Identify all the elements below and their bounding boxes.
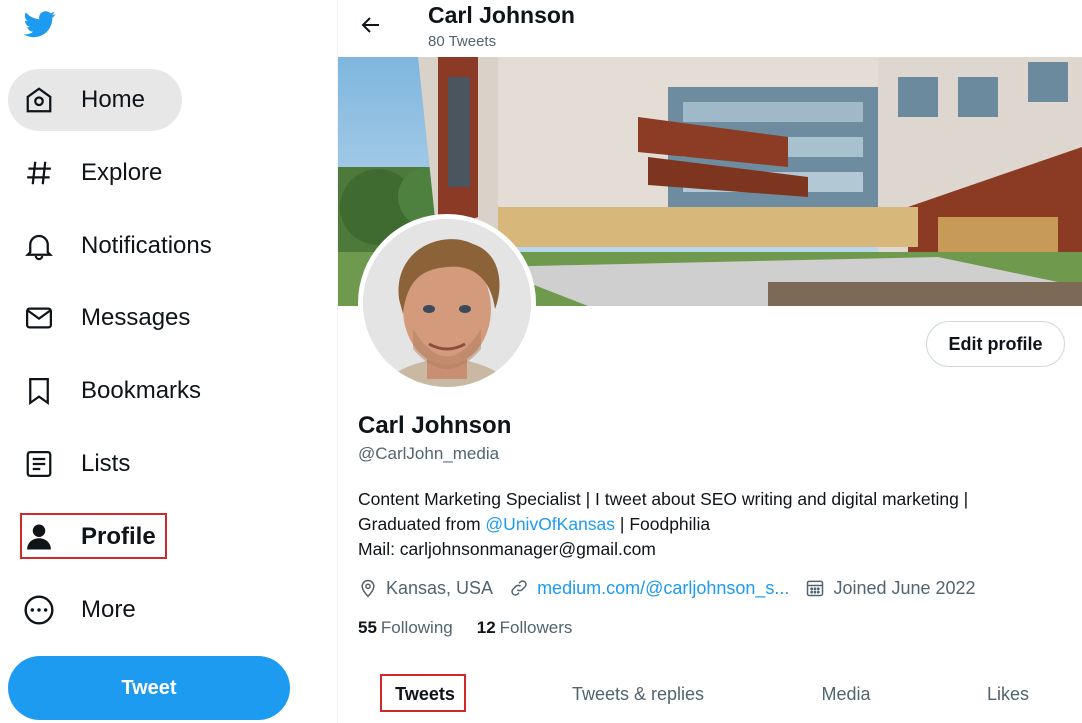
hashtag-icon	[22, 156, 56, 190]
profile-meta: Kansas, USA medium.com/@carljohnson_s...…	[358, 575, 992, 601]
link-icon	[511, 580, 527, 596]
profile-name: Carl Johnson	[358, 412, 512, 439]
sidebar-item-home[interactable]: Home	[8, 69, 182, 131]
sidebar-item-bookmarks[interactable]: Bookmarks	[8, 360, 219, 422]
profile-bio: Content Marketing Specialist | I tweet a…	[358, 487, 1058, 562]
edit-profile-button[interactable]: Edit profile	[926, 321, 1065, 367]
website-item: medium.com/@carljohnson_s...	[509, 578, 789, 599]
followers-count: 12	[476, 618, 496, 637]
list-icon	[22, 447, 56, 481]
followers-label: Followers	[499, 618, 573, 637]
follow-stats: 55 Following 12 Followers	[358, 618, 596, 638]
home-icon	[22, 83, 56, 117]
more-circle-icon	[22, 593, 56, 627]
location-text: Kansas, USA	[386, 577, 494, 598]
avatar[interactable]	[358, 214, 536, 392]
sidebar-item-more[interactable]: More	[8, 579, 154, 641]
bio-text: | Foodphilia	[615, 514, 711, 534]
bio-line: Graduated from @UnivOfKansas | Foodphili…	[358, 512, 1058, 537]
sidebar-item-label: Explore	[81, 159, 163, 186]
location-pin-icon	[361, 579, 375, 598]
followers-link[interactable]: 12 Followers	[477, 618, 573, 638]
tab-tweets-replies[interactable]: Tweets & replies	[548, 665, 728, 723]
tab-media[interactable]: Media	[798, 665, 894, 723]
profile-header: Carl Johnson 80 Tweets	[338, 0, 1082, 57]
highlight-box	[380, 674, 466, 712]
sidebar-item-notifications[interactable]: Notifications	[8, 215, 230, 277]
calendar-icon	[807, 580, 824, 597]
profile-handle: @CarlJohn_media	[358, 444, 500, 463]
sidebar-item-label: Messages	[81, 304, 191, 331]
bio-text: Graduated from	[358, 514, 486, 534]
page-title: Carl Johnson	[428, 2, 575, 28]
bio-mention-link[interactable]: @UnivOfKansas	[485, 514, 615, 534]
following-label: Following	[380, 618, 453, 637]
envelope-icon	[22, 301, 56, 335]
bio-line: Mail: carljohnsonmanager@gmail.com	[358, 539, 656, 559]
tweet-button[interactable]: Tweet	[8, 656, 290, 720]
sidebar-item-label: Bookmarks	[81, 377, 202, 404]
twitter-bird-icon[interactable]	[22, 8, 62, 44]
tab-likes[interactable]: Likes	[968, 665, 1048, 723]
sidebar-item-label: Notifications	[81, 232, 212, 259]
tweet-count: 80 Tweets	[428, 33, 497, 50]
sidebar-item-explore[interactable]: Explore	[8, 142, 180, 204]
back-arrow-icon[interactable]	[356, 10, 386, 40]
website-link[interactable]: medium.com/@carljohnson_s...	[537, 578, 789, 599]
profile-tabs: Tweets Tweets & replies Media Likes	[338, 665, 1082, 723]
bookmark-icon	[22, 374, 56, 408]
joined-text: Joined June 2022	[833, 577, 976, 598]
sidebar: Home Explore Notifications Messages Book…	[0, 0, 338, 723]
bell-icon	[22, 229, 56, 263]
sidebar-item-messages[interactable]: Messages	[8, 287, 208, 349]
sidebar-item-label: Home	[81, 86, 146, 113]
highlight-box	[20, 513, 167, 559]
sidebar-item-label: Lists	[81, 450, 131, 477]
location-item: Kansas, USA	[358, 578, 493, 599]
profile-main: Carl Johnson 80 Tweets Edit profile Carl…	[338, 0, 1082, 723]
sidebar-item-label: More	[81, 596, 136, 623]
following-link[interactable]: 55 Following	[358, 618, 453, 638]
following-count: 55	[358, 618, 377, 637]
sidebar-item-lists[interactable]: Lists	[8, 433, 148, 495]
bio-line: Content Marketing Specialist | I tweet a…	[358, 489, 969, 509]
joined-item: Joined June 2022	[805, 577, 976, 599]
